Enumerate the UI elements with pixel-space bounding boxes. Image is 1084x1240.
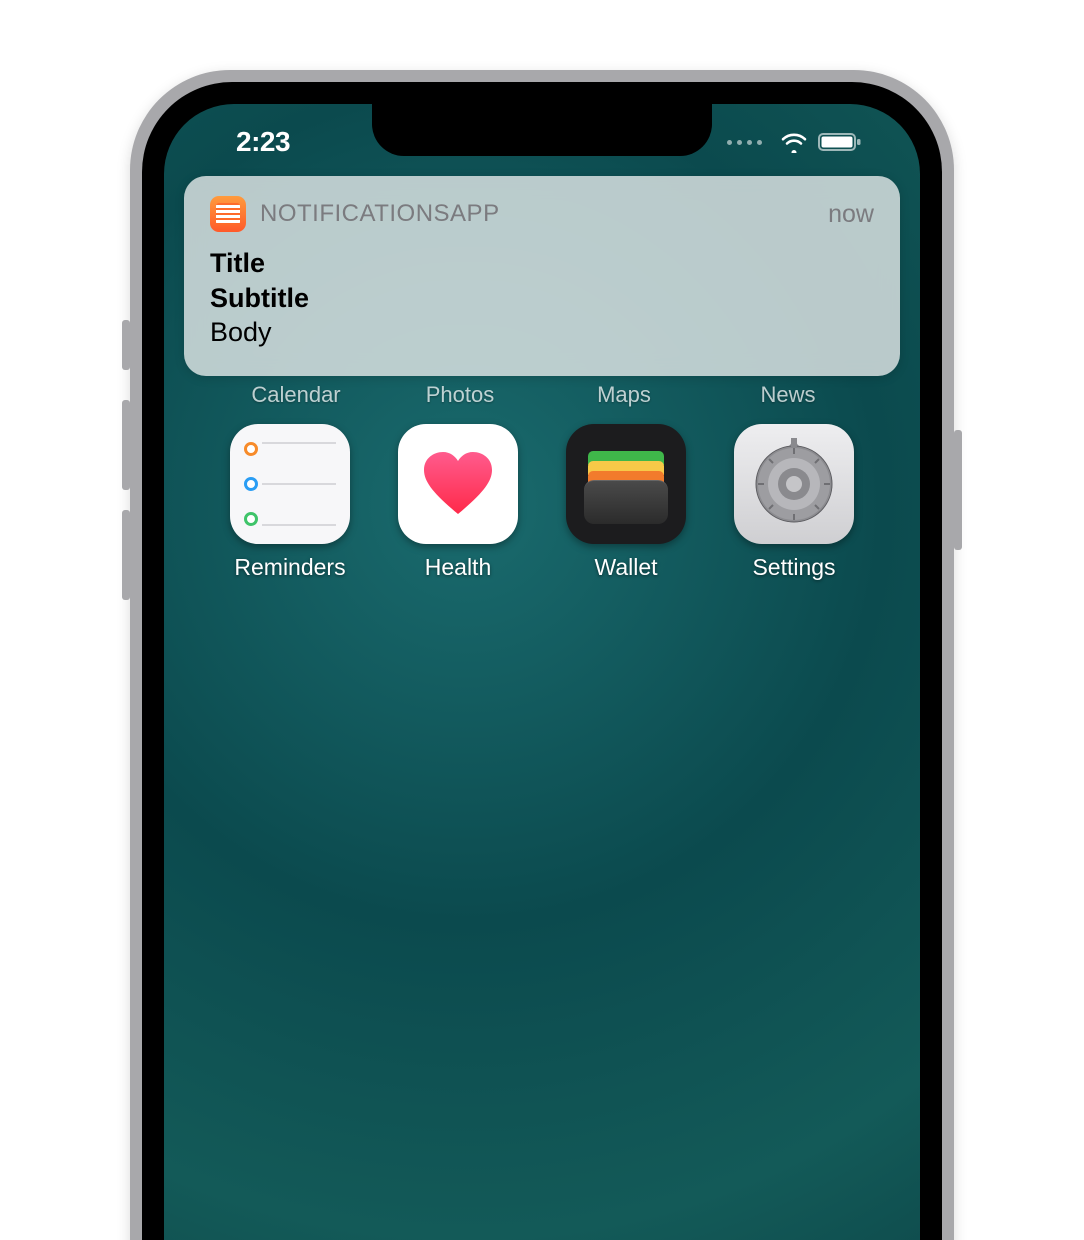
phone-frame: 2:23 xyxy=(130,70,954,1240)
screen: 2:23 xyxy=(164,104,920,1240)
status-right xyxy=(727,131,862,153)
wallet-slot-icon xyxy=(584,480,668,524)
dot-icon xyxy=(244,477,258,491)
app-label: Maps xyxy=(549,382,699,408)
volume-up-button[interactable] xyxy=(122,400,130,490)
notification-app-name: NOTIFICATIONSAPP xyxy=(260,200,500,228)
notification-timestamp: now xyxy=(828,200,874,229)
app-label: Wallet xyxy=(594,554,657,581)
app-label: Photos xyxy=(385,382,535,408)
heart-icon xyxy=(422,452,494,516)
calendar-grid-icon xyxy=(216,203,240,225)
page-indicator-dots xyxy=(727,140,762,145)
health-icon xyxy=(398,424,518,544)
notch xyxy=(372,104,712,156)
notification-app-icon xyxy=(210,196,246,232)
mute-switch[interactable] xyxy=(122,320,130,370)
power-button[interactable] xyxy=(954,430,962,550)
status-time: 2:23 xyxy=(236,126,290,158)
app-label: Reminders xyxy=(234,554,345,581)
reminders-icon xyxy=(230,424,350,544)
notification-body: Body xyxy=(210,315,874,350)
app-settings[interactable]: Settings xyxy=(724,424,864,581)
app-label: Settings xyxy=(752,554,835,581)
wifi-icon xyxy=(780,131,808,153)
phone-bezel: 2:23 xyxy=(142,82,942,1240)
app-wallet[interactable]: Wallet xyxy=(556,424,696,581)
app-label: News xyxy=(713,382,863,408)
dot-icon xyxy=(244,512,258,526)
wallet-icon xyxy=(566,424,686,544)
background-app-row-labels: Calendar Photos Maps News xyxy=(164,382,920,408)
notification-subtitle: Subtitle xyxy=(210,281,874,316)
notification-header: NOTIFICATIONSAPP now xyxy=(210,196,874,232)
settings-icon xyxy=(734,424,854,544)
gear-icon xyxy=(746,436,842,532)
app-label: Calendar xyxy=(221,382,371,408)
notification-content: Title Subtitle Body xyxy=(210,246,874,350)
notification-banner[interactable]: NOTIFICATIONSAPP now Title Subtitle Body xyxy=(184,176,900,376)
app-reminders[interactable]: Reminders xyxy=(220,424,360,581)
dot-icon xyxy=(244,442,258,456)
app-label: Health xyxy=(425,554,491,581)
app-row: Reminders xyxy=(164,424,920,581)
app-health[interactable]: Health xyxy=(388,424,528,581)
volume-down-button[interactable] xyxy=(122,510,130,600)
battery-icon xyxy=(818,132,862,152)
notification-title: Title xyxy=(210,246,874,281)
